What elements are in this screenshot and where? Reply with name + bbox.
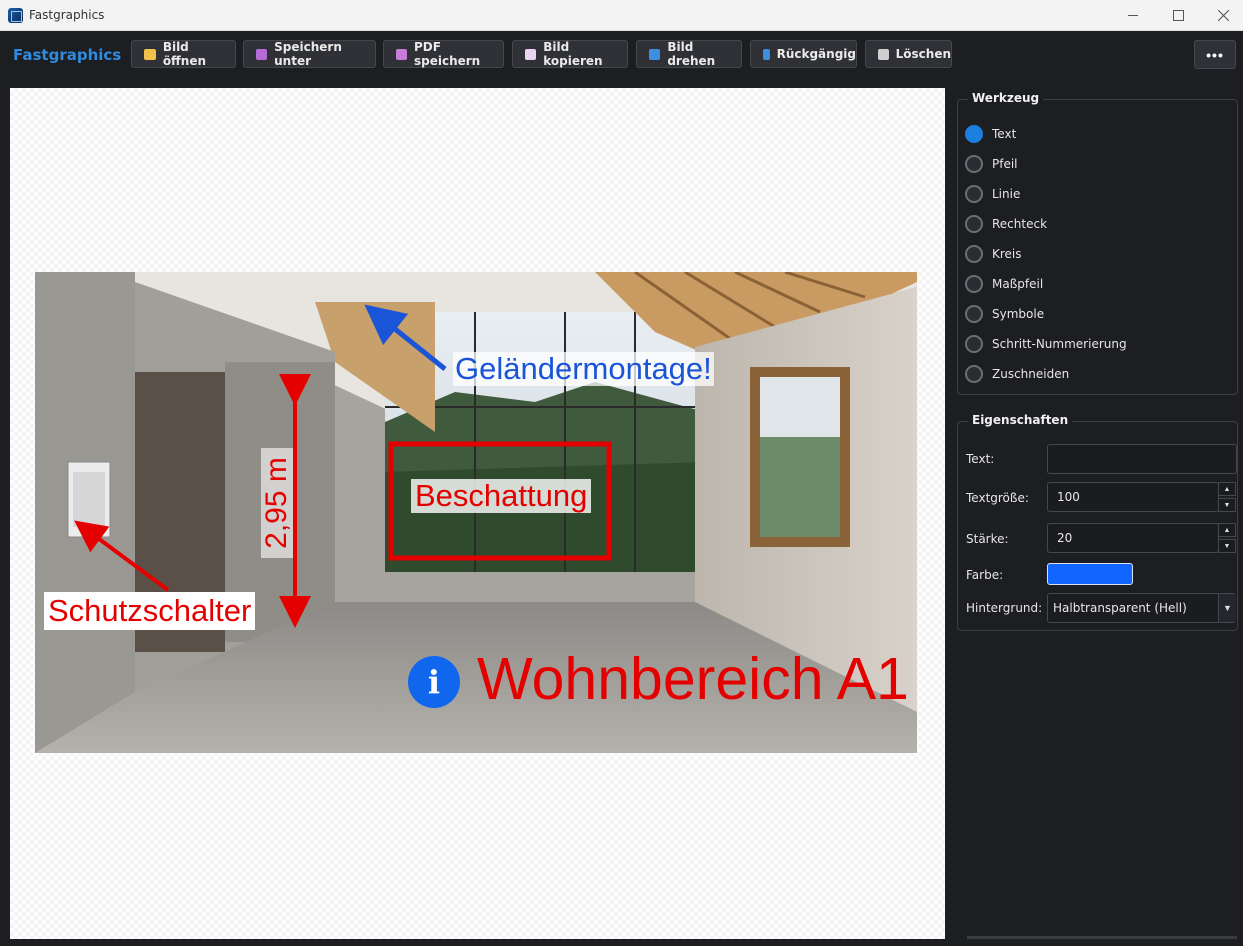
close-button[interactable] [1200, 0, 1243, 31]
print-icon [396, 48, 407, 60]
copy-image-label: Bild kopieren [543, 40, 603, 68]
radio-icon[interactable] [965, 215, 983, 233]
panel-scrollbar[interactable] [967, 936, 1237, 939]
radio-icon[interactable] [965, 305, 983, 323]
folder-icon [144, 48, 156, 60]
tool-group-title: Werkzeug [968, 91, 1044, 105]
stroke-input[interactable]: 20 [1047, 523, 1219, 553]
tool-symbols-option[interactable]: Symbole [965, 304, 1044, 324]
chevron-down-icon[interactable]: ▼ [1218, 594, 1236, 622]
properties-group-title: Eigenschaften [968, 413, 1073, 427]
font-size-input[interactable]: 100 [1047, 482, 1219, 512]
font-size-down-icon[interactable]: ▼ [1218, 498, 1236, 512]
maximize-button[interactable] [1155, 0, 1201, 31]
stroke-down-icon[interactable]: ▼ [1218, 539, 1236, 553]
color-label: Farbe: [966, 568, 1004, 582]
more-options-button[interactable]: ••• [1194, 40, 1236, 69]
tool-step-numbering-option[interactable]: Schritt-Nummerierung [965, 334, 1127, 354]
tool-circle-option[interactable]: Kreis [965, 244, 1022, 264]
minimize-button[interactable] [1110, 0, 1156, 31]
save-pdf-button[interactable]: PDF speichern [383, 40, 504, 68]
trash-icon [878, 48, 889, 60]
save-as-label: Speichern unter [274, 40, 342, 68]
text-label: Text: [966, 452, 995, 466]
stroke-label: Stärke: [966, 532, 1009, 546]
delete-label: Löschen [895, 47, 951, 61]
background-label: Hintergrund: [966, 601, 1043, 615]
save-as-button[interactable]: Speichern unter [243, 40, 376, 68]
tool-dimension-arrow-option[interactable]: Maßpfeil [965, 274, 1043, 294]
radio-icon[interactable] [965, 185, 983, 203]
label-area[interactable]: Wohnbereich A1 [477, 646, 909, 712]
background-select[interactable]: Halbtransparent (Hell) [1047, 593, 1236, 623]
radio-icon[interactable] [965, 365, 983, 383]
window-title: Fastgraphics [29, 8, 105, 22]
stroke-up-icon[interactable]: ▲ [1218, 523, 1236, 537]
undo-button[interactable]: Rückgängig [750, 40, 857, 68]
tool-line-option[interactable]: Linie [965, 184, 1020, 204]
toolbar: Fastgraphics Bild öffnen Speichern unter… [0, 31, 1243, 78]
info-icon: i [427, 663, 441, 701]
rotate-image-label: Bild drehen [667, 40, 716, 68]
copy-icon [525, 48, 537, 60]
text-input[interactable] [1047, 444, 1237, 474]
delete-button[interactable]: Löschen [865, 40, 952, 68]
brand-label: Fastgraphics [13, 46, 122, 64]
tool-crop-option[interactable]: Zuschneiden [965, 364, 1069, 384]
label-railing[interactable]: Geländermontage! [453, 352, 714, 386]
undo-label: Rückgängig [776, 47, 856, 61]
radio-icon[interactable] [965, 245, 983, 263]
radio-checked-icon[interactable] [965, 125, 983, 143]
font-size-label: Textgröße: [966, 491, 1029, 505]
undo-icon [763, 48, 770, 60]
open-image-label: Bild öffnen [162, 40, 207, 68]
radio-icon[interactable] [965, 155, 983, 173]
tool-arrow-option[interactable]: Pfeil [965, 154, 1018, 174]
annotated-photo[interactable]: Geländermontage! Beschattung 2,95 m Schu… [35, 272, 917, 753]
label-shading[interactable]: Beschattung [411, 479, 592, 513]
tool-rectangle-option[interactable]: Rechteck [965, 214, 1047, 234]
color-picker-button[interactable] [1047, 563, 1133, 585]
app-icon [8, 8, 23, 23]
radio-icon[interactable] [965, 335, 983, 353]
open-image-button[interactable]: Bild öffnen [131, 40, 236, 68]
save-pdf-label: PDF speichern [413, 40, 481, 68]
close-icon [1217, 10, 1229, 21]
tool-text-option[interactable]: Text [965, 124, 1016, 144]
label-breaker[interactable]: Schutzschalter [44, 592, 256, 630]
rotate-image-button[interactable]: Bild drehen [636, 40, 742, 68]
font-size-up-icon[interactable]: ▲ [1218, 482, 1236, 496]
copy-image-button[interactable]: Bild kopieren [512, 40, 628, 68]
rotate-icon [649, 48, 661, 60]
title-bar: Fastgraphics [0, 0, 1243, 31]
save-icon [256, 48, 268, 60]
label-height[interactable]: 2,95 m [260, 448, 293, 558]
radio-icon[interactable] [965, 275, 983, 293]
